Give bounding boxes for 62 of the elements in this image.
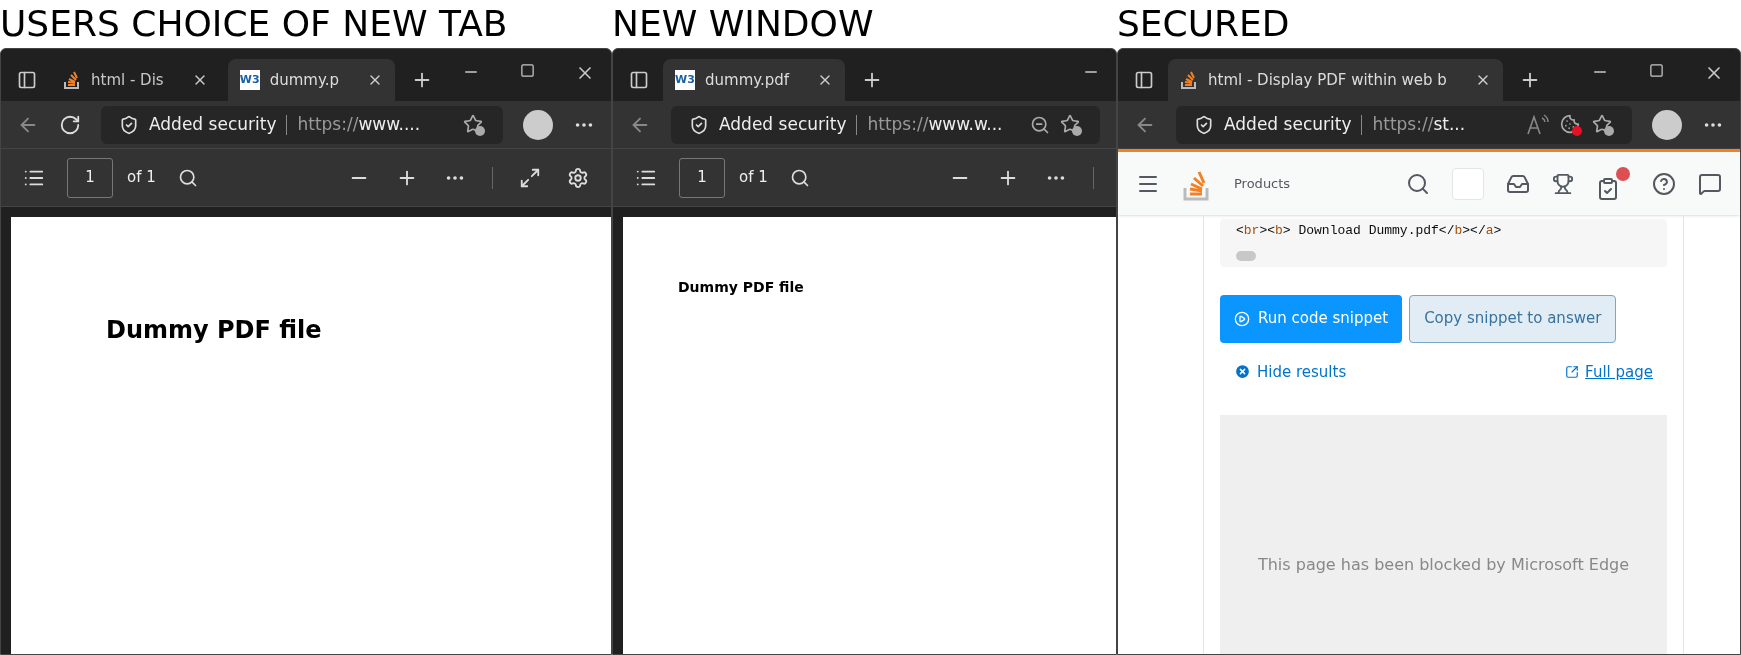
external-link-icon (1565, 364, 1580, 379)
favorite-add-icon[interactable] (1592, 113, 1614, 136)
browser-tab[interactable]: W3 dummy.pdf (663, 59, 846, 101)
settings-button[interactable] (567, 166, 589, 189)
w3-favicon-icon: W3 (675, 70, 695, 90)
w3-favicon-icon: W3 (239, 70, 260, 90)
maximize-icon[interactable] (520, 63, 535, 78)
full-page-link[interactable]: Full page (1565, 360, 1653, 383)
profile-avatar-icon[interactable] (523, 109, 553, 140)
stack-logo-icon (63, 70, 81, 90)
security-label: Added security (149, 112, 277, 136)
url-text: https://st... (1372, 112, 1466, 136)
maximize-icon[interactable] (1649, 63, 1664, 78)
stack-logo-icon (1180, 70, 1198, 90)
browser-tab[interactable]: html - Dis (51, 59, 220, 101)
search-icon[interactable] (177, 167, 198, 188)
blocked-message: This page has been blocked by Microsoft Edge (1257, 553, 1630, 576)
fit-page-button[interactable] (519, 166, 541, 189)
page-number-field[interactable]: 1 (67, 157, 113, 198)
page-number-field[interactable]: 1 (679, 157, 725, 198)
zoom-out-icon[interactable] (1030, 114, 1050, 135)
products-link[interactable]: Products (1234, 173, 1291, 194)
address-bar[interactable]: Added security https://www.w... (671, 105, 1100, 144)
search-icon[interactable] (1406, 171, 1430, 196)
page-count: of 1 (127, 167, 156, 189)
chat-icon[interactable] (1698, 171, 1722, 196)
panel-caption: NEW WINDOW (612, 2, 875, 46)
hide-results-button[interactable]: Hide results (1234, 360, 1347, 383)
read-aloud-icon[interactable] (1526, 113, 1550, 136)
cookie-blocked-icon[interactable] (1560, 113, 1582, 136)
browser-tab[interactable]: W3 dummy.p (227, 59, 395, 101)
play-icon (1234, 310, 1250, 327)
copy-snippet-button[interactable]: Copy snippet to answer (1409, 294, 1617, 343)
profile-avatar-icon[interactable] (1652, 109, 1682, 140)
browser-tab[interactable]: html - Display PDF within web b (1168, 59, 1503, 101)
tab-actions-icon[interactable] (629, 70, 649, 90)
url-text: https://www.... (297, 112, 421, 136)
code-line: <br><b> Download Dummy.pdf</b></a> (1236, 222, 1503, 240)
panel-caption: SECURED (1117, 2, 1291, 46)
page-count: of 1 (739, 167, 768, 189)
refresh-button[interactable] (59, 113, 81, 136)
trophy-icon[interactable] (1552, 172, 1574, 195)
tab-actions-icon[interactable] (17, 70, 37, 90)
shield-icon (689, 114, 709, 135)
search-icon[interactable] (789, 167, 810, 188)
favorite-add-icon[interactable] (463, 113, 485, 136)
address-bar[interactable]: Added security https://st... (1176, 105, 1632, 144)
shield-icon (119, 114, 139, 135)
shield-icon (1194, 114, 1214, 135)
panel-caption: USERS CHOICE OF NEW TAB (0, 2, 509, 46)
tab-actions-icon[interactable] (1134, 70, 1154, 90)
close-circle-icon (1234, 363, 1251, 381)
address-bar[interactable]: Added security https://www.... (101, 105, 503, 144)
url-text: https://www.w... (867, 112, 1003, 136)
pdf-heading: Dummy PDF file (106, 315, 323, 346)
pdf-heading: Dummy PDF file (678, 278, 805, 297)
favorite-add-icon[interactable] (1060, 113, 1082, 136)
help-icon[interactable] (1652, 171, 1676, 196)
security-label: Added security (719, 112, 847, 136)
review-icon[interactable] (1596, 166, 1630, 201)
security-label: Added security (1224, 112, 1352, 136)
scrollbar-thumb[interactable] (1236, 250, 1256, 261)
